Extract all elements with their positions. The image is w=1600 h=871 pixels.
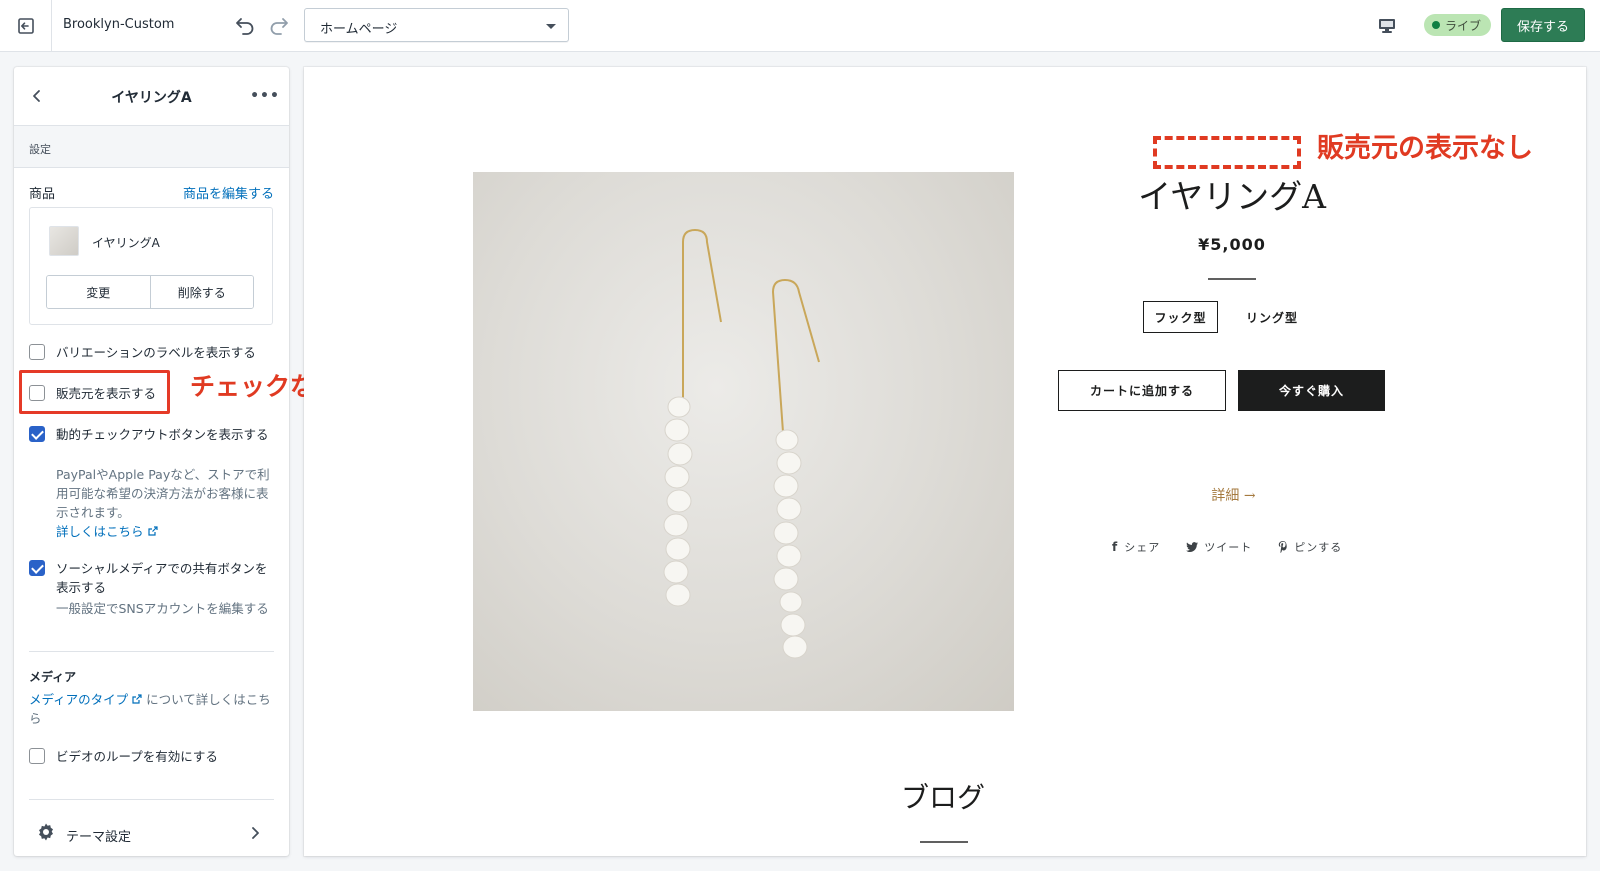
- exit-icon: [17, 18, 34, 34]
- media-heading: メディア: [29, 670, 77, 684]
- gear-icon: [39, 823, 53, 841]
- sidebar-header: イヤリングA •••: [14, 67, 289, 126]
- section-label: 設定: [29, 143, 51, 156]
- product-image[interactable]: [473, 172, 1014, 711]
- dynamic-checkout-checkbox[interactable]: [29, 426, 45, 442]
- external-link-icon: [132, 694, 142, 704]
- variant-ring[interactable]: リング型: [1232, 301, 1312, 333]
- blog-section-title: ブログ: [900, 781, 985, 814]
- video-loop-label: ビデオのループを有効にする: [56, 749, 218, 764]
- page-select[interactable]: ホームページ: [304, 8, 569, 42]
- annotation-vendor-placeholder: [1153, 136, 1301, 169]
- share-twitter[interactable]: ツイート: [1186, 537, 1252, 557]
- product-card: イヤリングA 変更 削除する: [29, 207, 273, 325]
- more-actions-button[interactable]: •••: [250, 85, 279, 107]
- annotation-no-vendor: 販売元の表示なし: [1317, 133, 1533, 164]
- undo-button[interactable]: [232, 12, 258, 38]
- annotation-highlight-box: [19, 370, 170, 414]
- product-title: イヤリングA: [1138, 177, 1326, 216]
- redo-icon: [270, 18, 288, 35]
- title-divider: [1208, 278, 1256, 280]
- details-link[interactable]: 詳細 →: [1166, 485, 1301, 505]
- add-to-cart-button[interactable]: カートに追加する: [1058, 370, 1226, 411]
- social-sharing-help: 一般設定でSNSアカウントを編集する: [56, 601, 269, 616]
- device-preview-button[interactable]: [1374, 13, 1400, 39]
- caret-down-icon: [546, 24, 556, 29]
- social-sharing-checkbox[interactable]: [29, 560, 45, 576]
- media-type-link[interactable]: メディアのタイプ: [29, 692, 128, 707]
- variant-hook[interactable]: フック型: [1143, 301, 1218, 333]
- redo-button[interactable]: [266, 12, 292, 38]
- share-twitter-label: ツイート: [1204, 541, 1253, 554]
- theme-name: Brooklyn-Custom: [63, 17, 175, 32]
- product-button-group: 変更 削除する: [46, 275, 254, 309]
- media-info: メディアのタイプ について詳しくはこちら: [29, 690, 274, 728]
- twitter-icon: [1186, 542, 1199, 552]
- earrings-photo: [663, 228, 820, 659]
- theme-settings-label: テーマ設定: [66, 830, 132, 845]
- dynamic-checkout-help-text: PayPalやApple Payなど、ストアで利用可能な希望の決済方法がお客様に…: [56, 467, 270, 520]
- product-price: ¥5,000: [1198, 235, 1266, 254]
- buy-now-button[interactable]: 今すぐ購入: [1238, 370, 1385, 411]
- live-label: ライブ: [1445, 18, 1482, 33]
- desktop-icon: [1379, 19, 1395, 33]
- live-status-badge: ライブ: [1424, 14, 1492, 36]
- facebook-icon: f: [1112, 540, 1119, 554]
- divider: [29, 799, 274, 800]
- storefront-preview: 販売元の表示なし イヤリングA ¥5,000 フック型 リング型 カートに追加す…: [304, 67, 1586, 856]
- share-pinterest[interactable]: ピンする: [1278, 537, 1342, 557]
- dynamic-checkout-help: PayPalやApple Payなど、ストアで利用可能な希望の決済方法がお客様に…: [56, 465, 271, 541]
- pinterest-icon: [1279, 541, 1287, 553]
- undo-icon: [236, 18, 254, 35]
- remove-product-button[interactable]: 削除する: [149, 276, 253, 308]
- product-name: イヤリングA: [92, 236, 160, 250]
- blog-divider: [920, 841, 968, 843]
- editor-topbar: Brooklyn-Custom ホームページ ライブ 保存する: [0, 0, 1600, 52]
- section-header: 設定: [14, 126, 289, 168]
- learn-more-link[interactable]: 詳しくはこちら: [56, 524, 144, 539]
- share-pinterest-label: ピンする: [1294, 541, 1343, 554]
- live-dot-icon: [1432, 21, 1440, 29]
- variant-labels-label: バリエーションのラベルを表示する: [56, 345, 256, 360]
- share-facebook-label: シェア: [1124, 541, 1161, 554]
- external-link-icon: [147, 526, 158, 536]
- share-facebook[interactable]: f シェア: [1112, 537, 1160, 557]
- exit-editor-button[interactable]: [0, 0, 52, 52]
- product-thumbnail: [49, 226, 79, 256]
- page-select-value: ホームページ: [320, 22, 398, 37]
- sidebar-title: イヤリングA: [111, 90, 192, 106]
- social-sharing-label: ソーシャルメディアでの共有ボタンを表示する: [56, 561, 268, 595]
- save-button[interactable]: 保存する: [1501, 8, 1585, 42]
- divider: [29, 651, 274, 652]
- dynamic-checkout-label: 動的チェックアウトボタンを表示する: [56, 427, 269, 442]
- edit-product-link[interactable]: 商品を編集する: [183, 183, 274, 202]
- product-label: 商品: [29, 187, 56, 202]
- variant-labels-checkbox[interactable]: [29, 344, 45, 360]
- video-loop-checkbox[interactable]: [29, 748, 45, 764]
- social-share-row: f シェア ツイート ピンする: [1112, 537, 1342, 557]
- chevron-right-icon: [252, 827, 259, 839]
- settings-sidebar: イヤリングA ••• 設定 商品 商品を編集する イヤリングA 変更 削除する …: [14, 67, 289, 856]
- change-product-button[interactable]: 変更: [47, 276, 150, 308]
- theme-settings-link[interactable]: テーマ設定: [14, 812, 289, 856]
